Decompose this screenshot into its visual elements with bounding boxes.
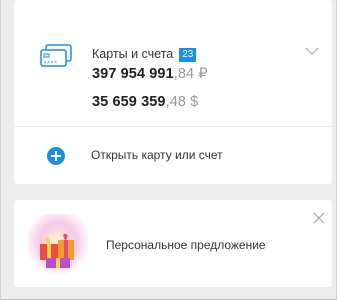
- balance-rub-integer: 397 954 991: [92, 66, 174, 82]
- balance-usd-fraction: ,48 $: [165, 94, 199, 110]
- chevron-down-icon[interactable]: [304, 46, 320, 56]
- plus-icon[interactable]: [47, 147, 65, 165]
- gift-icon: [28, 214, 88, 276]
- balance-usd-integer: 35 659 359: [92, 94, 166, 110]
- balance-rub-fraction: ,84 ₽: [173, 66, 208, 82]
- close-icon[interactable]: [313, 212, 325, 224]
- personal-offer-label[interactable]: Персональное предложение: [106, 238, 266, 252]
- open-card-or-account-link[interactable]: Открыть карту или счет: [91, 148, 223, 162]
- balance-usd: 35 659 359,48 $: [92, 94, 198, 110]
- balance-rub: 397 954 991,84 ₽: [92, 66, 208, 82]
- accounts-count-badge: 23: [179, 48, 197, 62]
- personal-offer-card[interactable]: Персональное предложение: [14, 200, 332, 287]
- accounts-title[interactable]: Карты и счета 23: [92, 47, 197, 62]
- accounts-card: Карты и счета 23 397 954 991,84 ₽ 35 659 …: [14, 0, 332, 184]
- accounts-title-label: Карты и счета: [92, 47, 174, 61]
- cards-icon: [40, 44, 72, 67]
